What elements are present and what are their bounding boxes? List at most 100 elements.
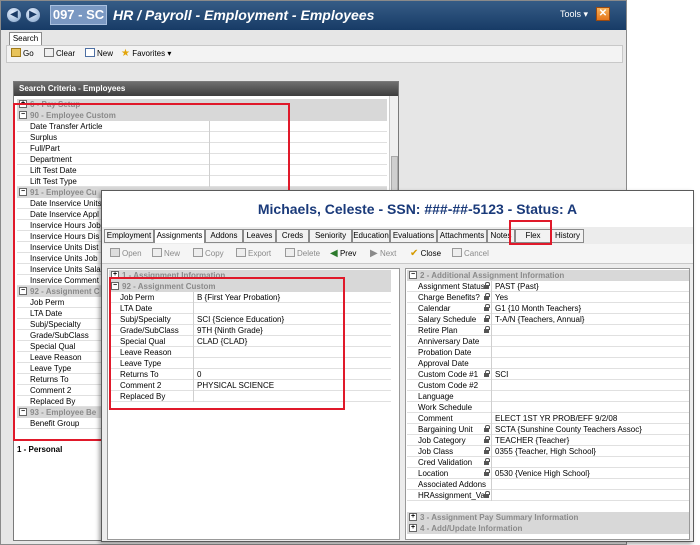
expand-icon[interactable]: + [409,524,417,532]
go-button[interactable]: Go [11,48,34,60]
highlight-box-assignment-custom [109,277,345,410]
clear-button[interactable]: Clear [44,48,75,60]
section-label: 3 - Assignment Pay Summary Information [420,513,579,522]
field-row[interactable]: Bargaining Unit SCTA {Sunshine County Tea… [407,424,689,435]
close-label: Close [420,249,442,258]
field-label: Custom Code #1 [418,369,492,380]
field-row[interactable]: Assignment Status PAST {Past} [407,281,689,292]
tools-menu[interactable]: Tools ▾ [560,9,588,20]
field-label: Probation Date [418,347,492,358]
field-row[interactable]: Language [407,391,689,402]
tab-employment[interactable]: Employment [104,229,154,243]
copy-icon [193,248,203,257]
forward-icon[interactable]: ▶ [25,7,41,23]
field-row[interactable]: Work Schedule [407,402,689,413]
field-row[interactable]: Salary Schedule T-A/N {Teachers, Annual} [407,314,689,325]
section-add-update[interactable]: +4 - Add/Update Information [407,523,689,534]
field-row[interactable]: Job Category TEACHER {Teacher} [407,435,689,446]
go-label: Go [23,49,34,58]
field-row[interactable]: Associated Addons [407,479,689,490]
tab-history[interactable]: History [551,229,584,243]
personal-section[interactable]: 1 - Personal [17,445,62,454]
search-panel-header: Search Criteria - Employees [14,82,398,96]
new-label: New [97,49,114,58]
field-value[interactable]: 0530 {Venice High School} [495,468,590,479]
field-value[interactable]: TEACHER {Teacher} [495,435,569,446]
tab-search[interactable]: Search [9,32,42,45]
new-document-icon [152,248,162,257]
section-pay-summary[interactable]: +3 - Assignment Pay Summary Information [407,512,689,523]
new-record-label: New [164,249,181,258]
field-value[interactable]: PAST {Past} [495,281,539,292]
field-row[interactable]: Location 0530 {Venice High School} [407,468,689,479]
delete-button[interactable]: Delete [285,248,320,260]
delete-label: Delete [297,249,321,258]
tab-seniority[interactable]: Seniority [309,229,352,243]
tab-evaluations[interactable]: Evaluations [390,229,437,243]
field-row[interactable]: Job Class 0355 {Teacher, High School} [407,446,689,457]
toolbar: Go Clear New ★ Favorites ▾ [6,45,623,63]
field-value[interactable]: 0355 {Teacher, High School} [495,446,596,457]
prev-button[interactable]: ◀ Prev [330,248,356,260]
back-icon[interactable]: ◀ [6,7,22,23]
next-button[interactable]: ▶ Next [370,248,396,260]
field-value[interactable]: Yes [495,292,508,303]
close-window-button[interactable]: ✕ [596,7,610,21]
lock-icon [484,304,490,311]
tab-education[interactable]: Education [352,229,390,243]
field-row[interactable]: HRAssignment_Va [407,490,689,501]
field-row[interactable]: Charge Benefits? Yes [407,292,689,303]
field-label: Anniversary Date [418,336,492,347]
new-record-button[interactable]: New [152,248,180,260]
folder-icon [110,248,120,257]
favorites-button[interactable]: ★ Favorites ▾ [121,48,171,60]
field-label: Charge Benefits? [418,292,492,303]
folder-icon [11,48,21,57]
field-label: Cred Validation [418,457,492,468]
field-label: Job Category [418,435,492,446]
star-icon: ★ [121,48,130,59]
open-button[interactable]: Open [110,248,142,260]
field-label: Associated Addons [418,479,492,490]
field-value[interactable]: ELECT 1ST YR PROB/EFF 9/2/08 [495,413,617,424]
field-label: Job Class [418,446,492,457]
lock-icon [484,326,490,333]
field-row[interactable]: Custom Code #1 SCI [407,369,689,380]
tab-leaves[interactable]: Leaves [243,229,276,243]
field-row[interactable]: Retire Plan [407,325,689,336]
expand-icon[interactable]: + [409,513,417,521]
field-row[interactable]: Probation Date [407,347,689,358]
export-button[interactable]: Export [236,248,271,260]
field-label: Assignment Status [418,281,492,292]
tab-attachments[interactable]: Attachments [437,229,487,243]
detail-toolbar: Open New Copy Export Delete ◀ Prev ▶ Nex… [102,244,693,264]
field-row[interactable]: Anniversary Date [407,336,689,347]
favorites-label: Favorites [132,49,166,58]
tab-assignments[interactable]: Assignments [154,229,205,243]
collapse-icon[interactable]: − [409,271,417,279]
tab-addons[interactable]: Addons [205,229,243,243]
export-icon [236,248,246,257]
cancel-button[interactable]: Cancel [452,248,489,260]
field-value[interactable]: SCI [495,369,508,380]
field-value[interactable]: T-A/N {Teachers, Annual} [495,314,584,325]
copy-button[interactable]: Copy [193,248,224,260]
field-value[interactable]: G1 {10 Month Teachers} [495,303,581,314]
field-row[interactable]: Comment ELECT 1ST YR PROB/EFF 9/2/08 [407,413,689,424]
cancel-label: Cancel [464,249,489,258]
close-button[interactable]: ✔ Close [410,248,441,260]
field-row[interactable]: Calendar G1 {10 Month Teachers} [407,303,689,314]
tools-label: Tools [560,9,582,19]
new-button[interactable]: New [85,48,113,60]
additional-info-pane: −2 - Additional Assignment Information A… [405,268,690,540]
highlight-box-flex-tab [509,220,552,245]
field-row[interactable]: Approval Date [407,358,689,369]
lock-icon [484,293,490,300]
field-label: Approval Date [418,358,492,369]
section-additional-assignment-information[interactable]: −2 - Additional Assignment Information [407,270,689,281]
tab-creds[interactable]: Creds [276,229,309,243]
field-row[interactable]: Custom Code #2 [407,380,689,391]
field-value[interactable]: SCTA {Sunshine County Teachers Assoc} [495,424,642,435]
field-row[interactable]: Cred Validation [407,457,689,468]
module-code[interactable]: 097 - SC [50,5,107,25]
